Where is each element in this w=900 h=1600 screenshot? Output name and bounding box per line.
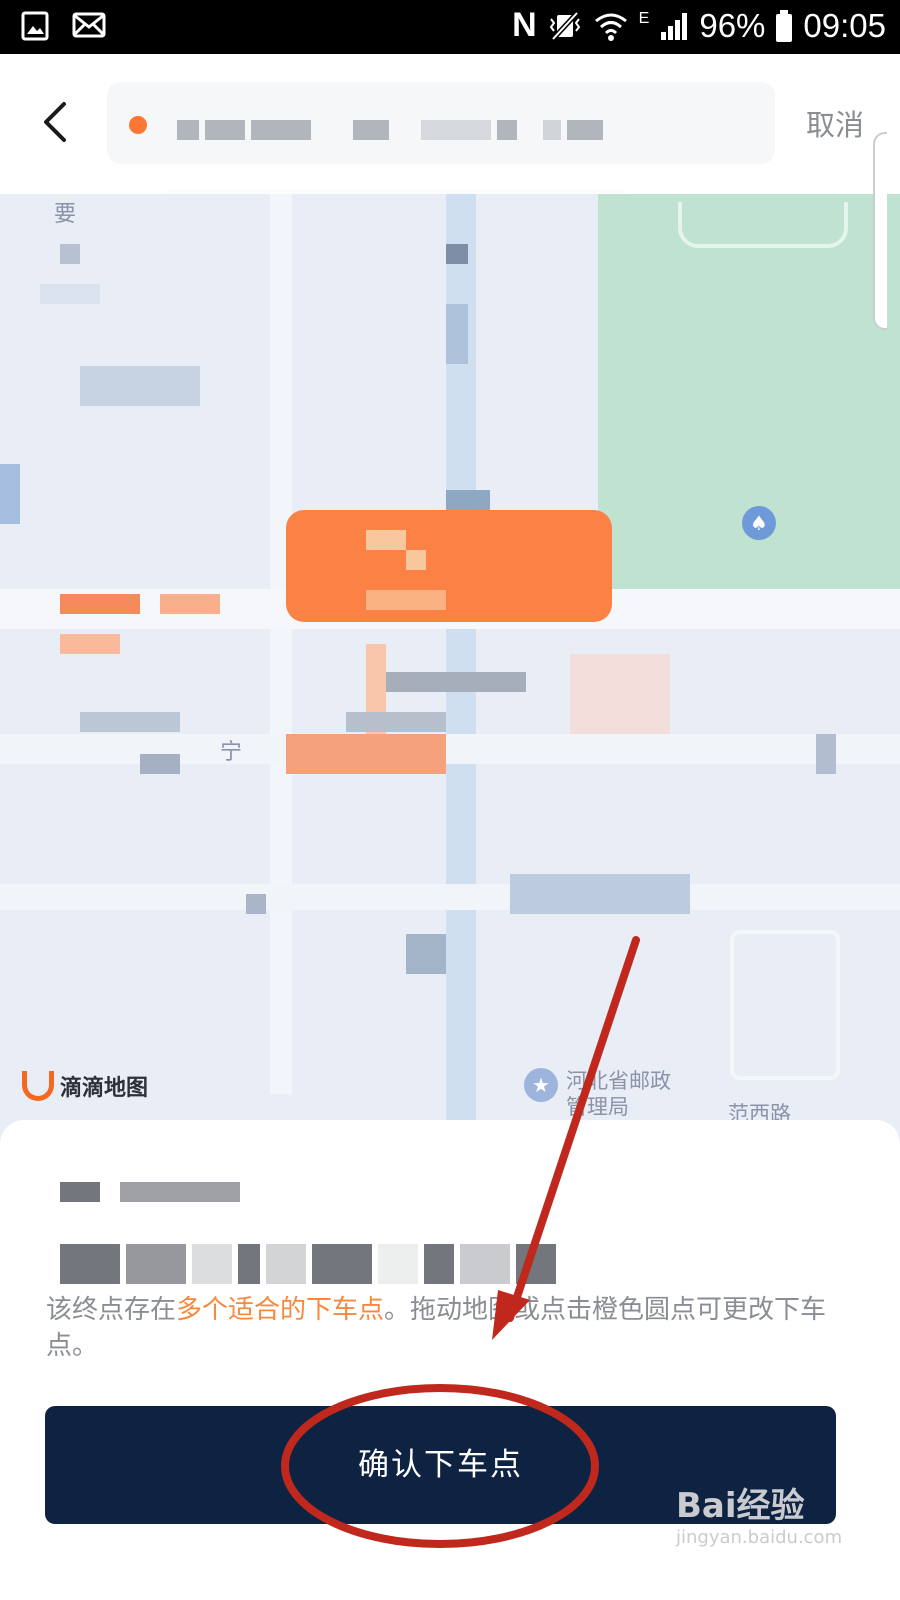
gallery-icon: [21, 11, 49, 41]
didi-logo-icon: [22, 1071, 54, 1101]
road: [0, 884, 900, 910]
side-panel-handle[interactable]: [873, 132, 887, 330]
poi-label: 河北省邮政管理局: [566, 1069, 671, 1119]
status-bar: N E 96% 09:05: [0, 0, 900, 54]
poi-post-office[interactable]: ★ 河北省邮政管理局: [524, 1068, 686, 1120]
marker-highlight: [366, 530, 406, 550]
map-block: [286, 734, 446, 774]
map-block: [60, 634, 120, 654]
mail-icon: [72, 12, 106, 38]
dropoff-point-marker[interactable]: [286, 510, 612, 622]
road: [0, 734, 900, 764]
map-block: [570, 654, 670, 734]
map-block: [80, 366, 200, 406]
map-block: [406, 934, 446, 974]
battery-percent: 96%: [699, 6, 766, 44]
map-block: [140, 754, 180, 774]
watermark-url: jingyan.baidu.com: [676, 1527, 843, 1548]
notice-highlight: 多个适合的下车点: [176, 1295, 385, 1325]
baidu-watermark: Bai经验 jingyan.baidu.com: [676, 1478, 842, 1548]
map-block: [246, 894, 266, 914]
map-block: [446, 244, 468, 264]
road: [270, 194, 292, 1094]
map-block: [446, 490, 490, 510]
redacted-title: [60, 1182, 240, 1202]
map-block: [816, 734, 836, 774]
destination-search-box[interactable]: [107, 82, 775, 164]
redacted-address: [177, 120, 603, 140]
redacted-address: [60, 1244, 556, 1284]
map-block: [346, 712, 446, 732]
park-track: [678, 202, 848, 248]
signal-icon: [661, 12, 688, 40]
map-block: [386, 672, 526, 692]
battery-icon: [776, 9, 793, 42]
building-outline: [730, 930, 840, 1080]
map-block: [160, 594, 220, 614]
map-provider-logo: 滴滴地图: [22, 1070, 148, 1102]
map-provider-label: 滴滴地图: [60, 1076, 149, 1101]
map-view[interactable]: ♠ 要 宁 滴滴地图 ★ 河北省邮政管理局 范西路: [0, 194, 900, 1154]
park-tree-icon[interactable]: ♠: [742, 506, 776, 540]
map-corner-label: 要: [54, 202, 77, 227]
map-block: [446, 304, 468, 364]
cancel-button[interactable]: 取消: [806, 102, 864, 144]
vibrate-icon: [549, 10, 580, 41]
poi-star-icon: ★: [524, 1068, 558, 1102]
watermark-brand: Bai经验: [676, 1486, 805, 1526]
map-mid-label: 宁: [220, 740, 243, 765]
marker-highlight: [406, 550, 426, 570]
map-block: [60, 244, 80, 264]
map-block: [60, 594, 140, 614]
back-button[interactable]: [36, 100, 76, 144]
notice-prefix: 该终点存在: [46, 1295, 177, 1325]
map-block: [0, 464, 20, 524]
network-type: E: [638, 10, 650, 27]
map-block: [40, 284, 100, 304]
map-block: [510, 874, 690, 914]
chevron-left-icon: [44, 102, 66, 142]
destination-dot-icon: [129, 116, 147, 134]
clock: 09:05: [803, 6, 886, 44]
wifi-icon: [594, 13, 627, 41]
map-block: [80, 712, 180, 732]
marker-highlight: [366, 590, 446, 610]
dropoff-notice: 该终点存在多个适合的下车点。拖动地图或点击橙色圆点可更改下车点。: [46, 1292, 836, 1364]
search-header: 取消: [0, 54, 900, 194]
nfc-icon: N: [512, 6, 537, 44]
